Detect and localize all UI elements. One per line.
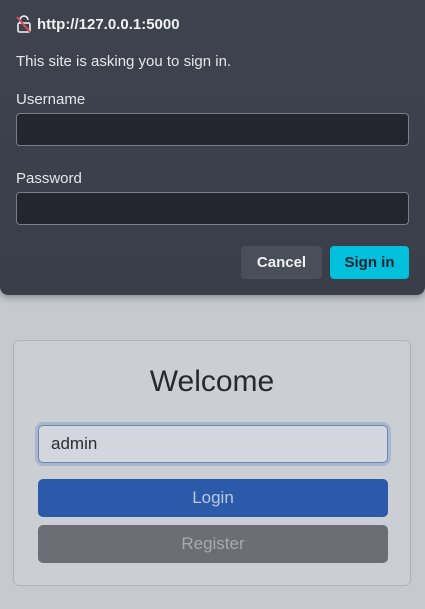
username-label: Username [16, 91, 86, 108]
username-input[interactable] [38, 425, 388, 463]
cancel-button[interactable]: Cancel [241, 246, 322, 279]
dialog-header: http://127.0.0.1:5000 [16, 15, 180, 33]
register-button[interactable]: Register [38, 525, 388, 563]
lock-warning-icon [16, 15, 32, 33]
auth-dialog: http://127.0.0.1:5000 This site is askin… [0, 0, 425, 295]
welcome-card: Welcome Login Register [13, 340, 411, 586]
page-title: Welcome [149, 365, 275, 398]
dialog-message: This site is asking you to sign in. [16, 53, 232, 70]
login-button[interactable]: Login [38, 479, 388, 517]
sign-in-button[interactable]: Sign in [330, 246, 409, 279]
password-label: Password [16, 170, 82, 187]
dialog-username-field[interactable] [16, 113, 409, 146]
dialog-password-field[interactable] [16, 192, 409, 225]
site-url: http://127.0.0.1:5000 [37, 15, 180, 33]
